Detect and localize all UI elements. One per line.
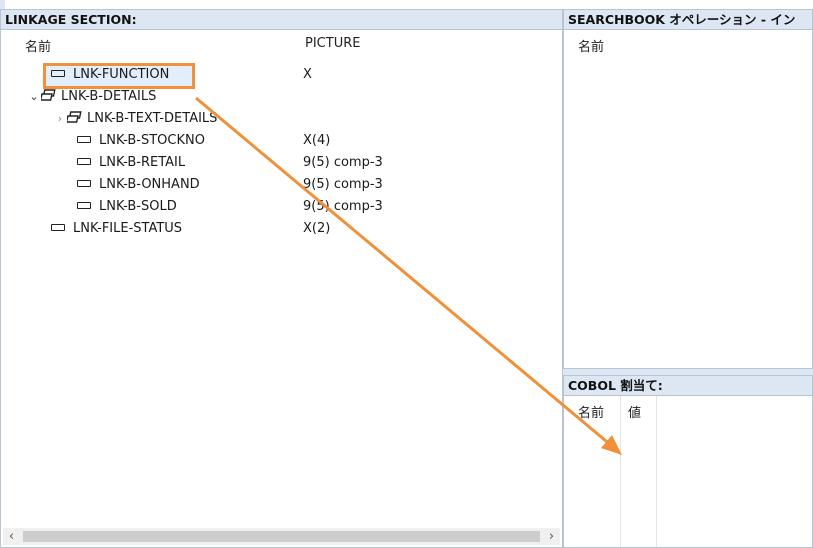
chevron-right-icon[interactable]: › (53, 108, 67, 130)
tree-row-name: LNK-FILE-STATUS (73, 221, 183, 236)
field-icon (51, 70, 65, 77)
tree-row-picture: X (303, 67, 312, 82)
tree-row-picture: X(2) (303, 221, 331, 236)
column-header-name[interactable]: 名前 (25, 36, 51, 55)
tree-row-name: LNK-B-ONHAND (99, 177, 200, 192)
column-separator[interactable] (656, 396, 657, 547)
field-icon (77, 158, 91, 165)
tree-row-name: LNK-B-DETAILS (61, 89, 157, 104)
tree-row-lnk-b-stockno[interactable]: LNK-B-STOCKNO X(4) (1, 130, 562, 152)
scrollbar-thumb[interactable] (23, 531, 540, 542)
chevron-down-icon[interactable]: ⌄ (27, 86, 41, 108)
column-header-name[interactable]: 名前 (578, 36, 604, 55)
horizontal-scrollbar[interactable]: ‹ › (3, 528, 560, 545)
tree-row-name: LNK-FUNCTION (73, 67, 170, 82)
searchbook-list[interactable]: 名前 (564, 30, 812, 368)
tree-row-lnk-b-onhand[interactable]: LNK-B-ONHAND 9(5) comp-3 (1, 174, 562, 196)
tree-row-lnk-b-details[interactable]: ⌄ LNK-B-DETAILS (1, 86, 562, 108)
column-header-picture[interactable]: PICTURE (305, 36, 360, 51)
field-icon (77, 202, 91, 209)
cobol-assignment-title: COBOL 割当て: (564, 376, 812, 396)
linkage-section-panel: LINKAGE SECTION: 名前 PICTURE LNK-FUNCTION… (0, 9, 563, 548)
tree-row-name: LNK-B-SOLD (99, 199, 177, 214)
field-icon (51, 224, 65, 231)
column-header-value[interactable]: 値 (628, 402, 641, 421)
searchbook-operation-panel: SEARCHBOOK オペレーション - イン 名前 (563, 9, 813, 369)
tree-row-picture: X(4) (303, 133, 331, 148)
tree-row-name: LNK-B-TEXT-DETAILS (87, 111, 218, 126)
tree-row-picture: 9(5) comp-3 (303, 155, 383, 170)
linkage-tree-view[interactable]: 名前 PICTURE LNK-FUNCTION X ⌄ LNK-B-DETAILS (1, 30, 562, 547)
tree-row-lnk-file-status[interactable]: LNK-FILE-STATUS X(2) (1, 218, 562, 240)
field-icon (77, 180, 91, 187)
tree-row-picture: 9(5) comp-3 (303, 199, 383, 214)
tree-row-name: LNK-B-RETAIL (99, 155, 186, 170)
cobol-assignment-panel: COBOL 割当て: 名前 値 (563, 375, 813, 548)
column-header-name[interactable]: 名前 (578, 402, 604, 421)
column-separator[interactable] (620, 396, 621, 547)
searchbook-operation-title: SEARCHBOOK オペレーション - イン (564, 10, 812, 30)
linkage-tree: LNK-FUNCTION X ⌄ LNK-B-DETAILS › LNK-B-TEX… (1, 63, 562, 240)
group-icon (41, 88, 56, 101)
scroll-left-icon[interactable]: ‹ (3, 528, 20, 545)
tree-row-lnk-b-retail[interactable]: LNK-B-RETAIL 9(5) comp-3 (1, 152, 562, 174)
tree-row-lnk-function[interactable]: LNK-FUNCTION X (1, 63, 562, 89)
tree-row-lnk-b-sold[interactable]: LNK-B-SOLD 9(5) comp-3 (1, 196, 562, 218)
tree-row-lnk-b-text-details[interactable]: › LNK-B-TEXT-DETAILS (1, 108, 562, 130)
field-icon (77, 136, 91, 143)
linkage-section-title: LINKAGE SECTION: (1, 10, 562, 30)
group-icon (67, 110, 82, 123)
tree-row-picture: 9(5) comp-3 (303, 177, 383, 192)
tree-row-name: LNK-B-STOCKNO (99, 133, 205, 148)
cobol-assignment-grid[interactable]: 名前 値 (564, 396, 812, 547)
scroll-right-icon[interactable]: › (543, 528, 560, 545)
